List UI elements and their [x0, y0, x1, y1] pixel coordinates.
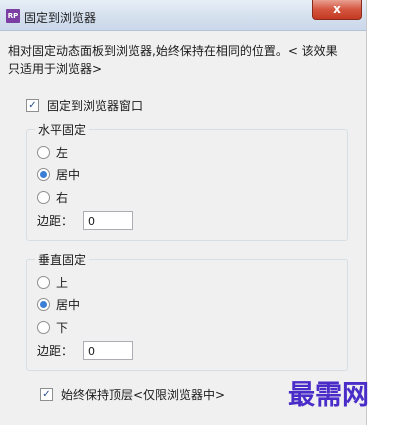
pin-to-browser-checkbox[interactable]: ✓ [26, 99, 39, 112]
always-on-top-checkbox[interactable]: ✓ [40, 388, 53, 401]
pin-to-browser-row[interactable]: ✓ 固定到浏览器窗口 [26, 97, 143, 114]
radio-vertical-middle[interactable]: 居中 [37, 296, 80, 313]
vertical-margin-row: 边距： 0 [37, 341, 134, 360]
radio-vertical-top[interactable]: 上 [37, 274, 68, 291]
close-icon: x [333, 2, 341, 16]
title-bar[interactable]: RP 固定到浏览器 x [0, 0, 366, 31]
always-on-top-label: 始终保持顶层<仅限浏览器中> [61, 388, 226, 402]
radio-bottom[interactable] [37, 321, 50, 334]
vertical-fix-title: 垂直固定 [35, 251, 90, 268]
always-on-top-row[interactable]: ✓ 始终保持顶层<仅限浏览器中> [40, 386, 225, 403]
radio-vertical-bottom[interactable]: 下 [37, 319, 68, 336]
radio-right[interactable] [37, 191, 50, 204]
radio-top-label: 上 [56, 276, 69, 290]
dialog-window: RP 固定到浏览器 x 相对固定动态面板到浏览器,始终保持在相同的位置。< 该效… [0, 0, 367, 425]
horizontal-margin-label: 边距： [37, 214, 74, 228]
dialog-title: 固定到浏览器 [24, 11, 97, 25]
vertical-fix-group: 垂直固定 上 居中 下 边距： 0 [26, 251, 348, 371]
close-button[interactable]: x [312, 0, 362, 20]
horizontal-fix-title: 水平固定 [35, 121, 90, 138]
horizontal-margin-row: 边距： 0 [37, 211, 134, 230]
radio-bottom-label: 下 [56, 321, 69, 335]
radio-horizontal-right[interactable]: 右 [37, 189, 68, 206]
radio-top[interactable] [37, 276, 50, 289]
radio-middle-label: 居中 [56, 298, 81, 312]
radio-middle[interactable] [37, 298, 50, 311]
pin-to-browser-label: 固定到浏览器窗口 [47, 99, 144, 113]
vertical-margin-label: 边距： [37, 344, 74, 358]
radio-horizontal-left[interactable]: 左 [37, 144, 68, 161]
radio-left-label: 左 [56, 146, 69, 160]
watermark-text: 最需网 [288, 380, 369, 411]
horizontal-margin-input[interactable]: 0 [83, 211, 134, 230]
radio-horizontal-center[interactable]: 居中 [37, 166, 80, 183]
radio-center[interactable] [37, 168, 50, 181]
radio-left[interactable] [37, 146, 50, 159]
app-icon: RP [6, 9, 20, 23]
description-text: 相对固定动态面板到浏览器,始终保持在相同的位置。< 该效果只适用于浏览器> [8, 44, 338, 76]
radio-right-label: 右 [56, 191, 69, 205]
horizontal-fix-group: 水平固定 左 居中 右 边距： 0 [26, 121, 348, 241]
vertical-margin-input[interactable]: 0 [83, 341, 134, 360]
radio-center-label: 居中 [56, 168, 81, 182]
